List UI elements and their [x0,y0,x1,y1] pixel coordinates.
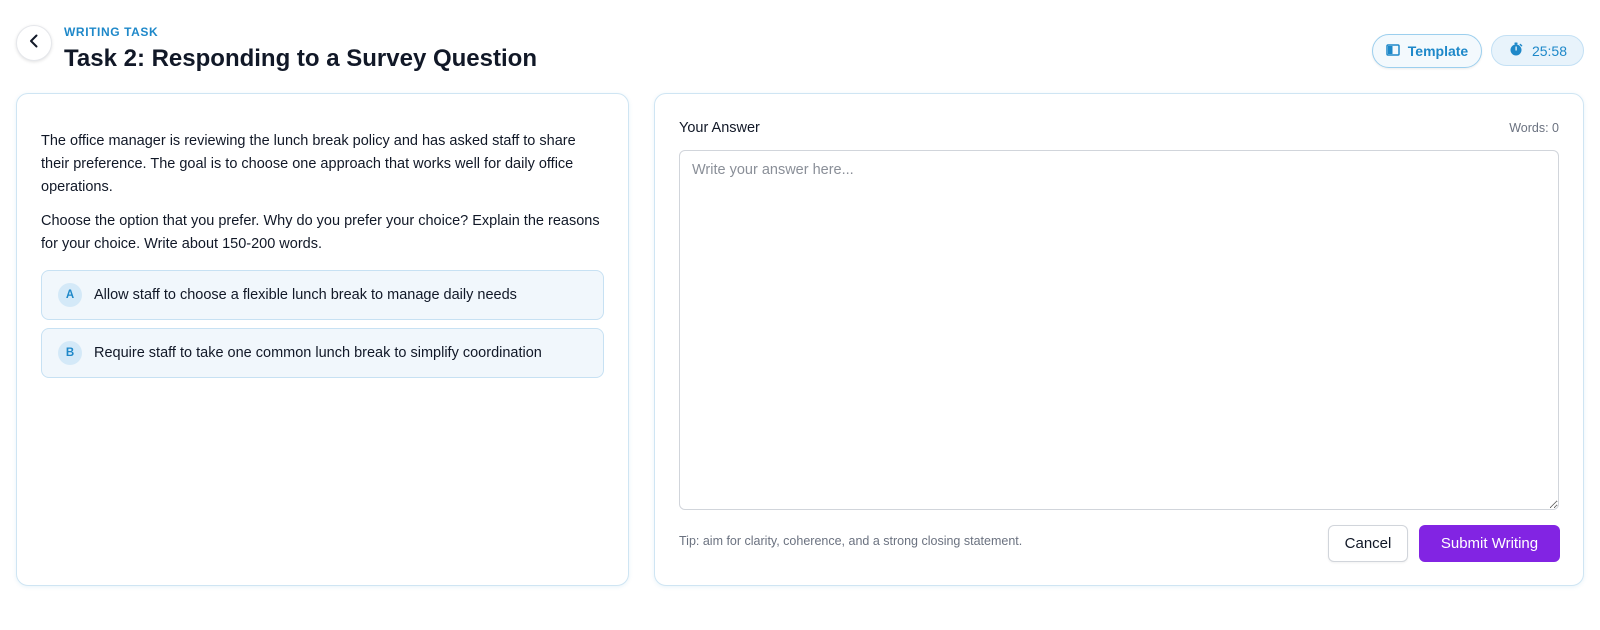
answer-card: Your Answer Words: 0 Tip: aim for clarit… [654,93,1584,586]
option-letter-badge: B [58,341,82,365]
submit-writing-button[interactable]: Submit Writing [1419,525,1560,562]
option-text: Allow staff to choose a flexible lunch b… [94,287,517,303]
option-letter-badge: A [58,283,82,307]
cancel-button[interactable]: Cancel [1328,525,1408,562]
answer-label: Your Answer [679,120,760,136]
timer-value: 25:58 [1531,42,1568,59]
back-button[interactable] [16,25,52,61]
option-b[interactable]: B Require staff to take one common lunch… [41,328,604,378]
answer-textarea[interactable] [679,150,1559,510]
stopwatch-icon [1508,41,1524,60]
writing-tip: Tip: aim for clarity, coherence, and a s… [679,534,1023,548]
option-a[interactable]: A Allow staff to choose a flexible lunch… [41,270,604,320]
task-type-label: WRITING TASK [64,25,159,39]
book-open-icon [1386,43,1400,60]
timer: 25:58 [1491,35,1584,66]
prompt-paragraph-context: The office manager is reviewing the lunc… [41,133,576,195]
template-button[interactable]: Template [1372,34,1482,68]
page-title: Task 2: Responding to a Survey Question [64,45,537,72]
option-text: Require staff to take one common lunch b… [94,345,542,361]
chevron-left-icon [25,32,43,55]
prompt-card: The office manager is reviewing the lunc… [16,93,629,586]
template-button-label: Template [1407,43,1469,59]
prompt-paragraph-instructions: Choose the option that you prefer. Why d… [41,213,600,252]
word-count: Words: 0 [1509,121,1559,135]
